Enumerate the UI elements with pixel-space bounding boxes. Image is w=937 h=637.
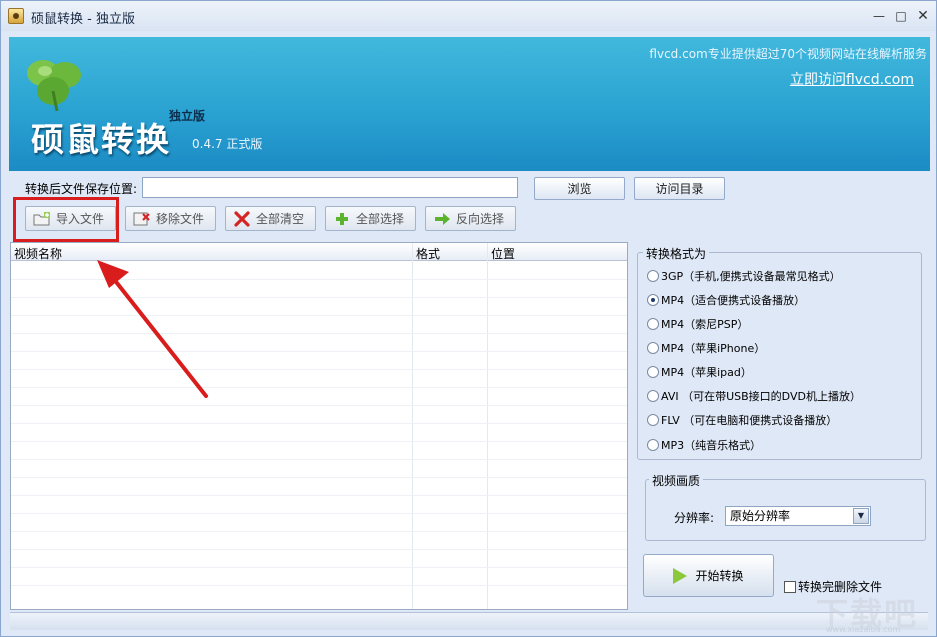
browse-button[interactable]: 浏览 xyxy=(534,177,625,200)
column-header-format[interactable]: 格式 xyxy=(416,245,440,262)
format-option-mp3[interactable]: MP3（纯音乐格式） xyxy=(647,437,761,453)
radio-button[interactable] xyxy=(647,390,659,402)
select-all-button[interactable]: 全部选择 xyxy=(325,206,416,231)
red-arrow-annotation xyxy=(97,260,208,398)
invert-select-button[interactable]: 反向选择 xyxy=(425,206,516,231)
app-icon xyxy=(8,8,24,24)
format-option-label: MP4（索尼PSP） xyxy=(661,318,749,331)
radio-button[interactable] xyxy=(647,342,659,354)
header-banner: 硕鼠转换 独立版 0.4.7 正式版 flvcd.com专业提供超过70个视频网… xyxy=(9,37,930,171)
remove-file-icon xyxy=(133,212,150,225)
start-convert-button[interactable]: 开始转换 xyxy=(643,554,774,597)
status-bar xyxy=(10,612,928,630)
save-path-label: 转换后文件保存位置: xyxy=(25,182,138,196)
play-icon xyxy=(673,567,688,584)
select-all-label: 全部选择 xyxy=(356,212,405,226)
format-option-mp4-iphone[interactable]: MP4（苹果iPhone） xyxy=(647,340,765,356)
clover-leaf-icon xyxy=(27,60,81,112)
format-option-label: MP3（纯音乐格式） xyxy=(661,439,762,452)
clear-x-icon xyxy=(234,210,250,227)
edition-tag: 独立版 xyxy=(169,109,206,123)
format-option-mp4-psp[interactable]: MP4（索尼PSP） xyxy=(647,316,748,332)
row-gridline xyxy=(11,441,627,442)
visit-website-link[interactable]: 立即访问flvcd.com xyxy=(709,69,914,89)
delete-after-checkbox[interactable] xyxy=(784,580,796,593)
format-group-legend: 转换格式为 xyxy=(643,245,710,262)
clear-all-label: 全部清空 xyxy=(256,212,305,226)
start-convert-label: 开始转换 xyxy=(695,569,744,583)
format-option-avi[interactable]: AVI （可在带USB接口的DVD机上播放） xyxy=(647,388,861,404)
format-option-label: AVI （可在带USB接口的DVD机上播放） xyxy=(661,390,861,403)
format-option-3gp[interactable]: 3GP（手机,便携式设备最常见格式） xyxy=(647,268,841,284)
app-window: 硕鼠转换 - 独立版 — □ ✕ 硕鼠转换 独立版 0.4.7 正式版 flvc… xyxy=(0,0,937,637)
radio-button[interactable] xyxy=(647,439,659,451)
output-format-group: 转换格式为 3GP（手机,便携式设备最常见格式） MP4（适合便携式设备播放） … xyxy=(637,245,922,460)
row-gridline xyxy=(11,513,627,514)
radio-button[interactable] xyxy=(647,366,659,378)
row-gridline xyxy=(11,549,627,550)
format-option-label: MP4（苹果iPhone） xyxy=(661,342,766,355)
row-gridline xyxy=(11,477,627,478)
chevron-down-icon[interactable]: ▼ xyxy=(853,508,869,524)
window-title: 硕鼠转换 - 独立版 xyxy=(31,12,135,27)
format-option-mp4[interactable]: MP4（适合便携式设备播放） xyxy=(647,292,805,308)
highlight-box xyxy=(13,197,119,242)
format-option-flv[interactable]: FLV （可在电脑和便携式设备播放） xyxy=(647,412,837,428)
format-option-mp4-ipad[interactable]: MP4（苹果ipad） xyxy=(647,364,752,380)
open-directory-button[interactable]: 访问目录 xyxy=(634,177,725,200)
title-bar[interactable]: 硕鼠转换 - 独立版 — □ ✕ xyxy=(1,1,936,31)
remove-file-label: 移除文件 xyxy=(156,212,205,226)
minimize-button[interactable]: — xyxy=(868,7,890,25)
slogan-text: flvcd.com专业提供超过70个视频网站在线解析服务 xyxy=(649,47,927,61)
radio-button[interactable] xyxy=(647,318,659,330)
radio-button[interactable] xyxy=(647,270,659,282)
row-gridline xyxy=(11,585,627,586)
resolution-label: 分辨率: xyxy=(674,511,715,525)
invert-select-label: 反向选择 xyxy=(456,212,505,226)
format-option-label: FLV （可在电脑和便携式设备播放） xyxy=(661,414,838,427)
resolution-select[interactable]: 原始分辨率 ▼ xyxy=(725,506,871,526)
format-option-label: MP4（苹果ipad） xyxy=(661,366,752,379)
radio-button-selected[interactable] xyxy=(647,294,659,306)
video-quality-group: 视频画质 分辨率: 原始分辨率 ▼ xyxy=(645,472,926,541)
format-option-label: 3GP（手机,便携式设备最常见格式） xyxy=(661,270,841,283)
maximize-button[interactable]: □ xyxy=(890,7,912,25)
clear-all-button[interactable]: 全部清空 xyxy=(225,206,316,231)
resolution-value: 原始分辨率 xyxy=(730,509,791,523)
row-gridline xyxy=(11,423,627,424)
version-label: 0.4.7 正式版 xyxy=(192,137,263,151)
row-gridline xyxy=(11,459,627,460)
radio-button[interactable] xyxy=(647,414,659,426)
arrow-right-icon xyxy=(435,212,450,225)
watermark-subtext: www.xiazaiba.com xyxy=(826,625,901,634)
column-header-position[interactable]: 位置 xyxy=(491,245,515,262)
close-button[interactable]: ✕ xyxy=(912,7,934,25)
logo-text: 硕鼠转换 xyxy=(31,120,171,159)
quality-group-legend: 视频画质 xyxy=(649,472,704,489)
column-header-name[interactable]: 视频名称 xyxy=(14,245,62,262)
plus-icon xyxy=(336,212,348,225)
save-path-input[interactable] xyxy=(142,177,518,198)
row-gridline xyxy=(11,567,627,568)
format-option-label: MP4（适合便携式设备播放） xyxy=(661,294,806,307)
watermark-logo: 下载吧 www.xiazaiba.com xyxy=(816,589,926,635)
row-gridline xyxy=(11,531,627,532)
row-gridline xyxy=(11,495,627,496)
remove-file-button[interactable]: 移除文件 xyxy=(125,206,216,231)
